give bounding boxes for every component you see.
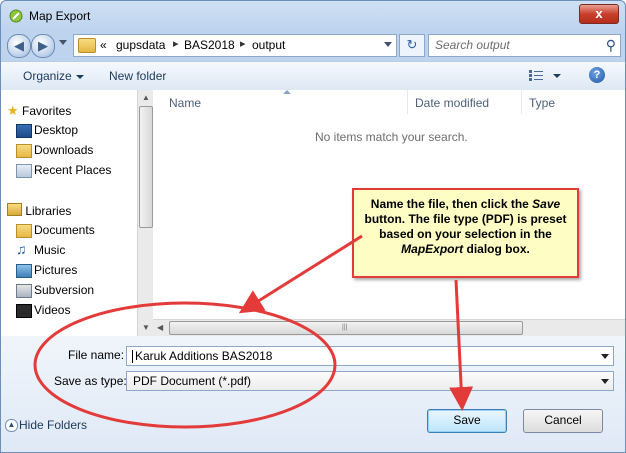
instruction-callout: Name the file, then click the Save butto… xyxy=(352,188,579,278)
nav-item-label: Recent Places xyxy=(34,163,112,177)
scrollbar-thumb[interactable]: ||| xyxy=(169,321,523,335)
savetype-label: Save as type: xyxy=(54,374,127,388)
back-arrow-icon: ◀ xyxy=(14,38,24,53)
breadcrumb-output[interactable]: output xyxy=(252,38,285,52)
nav-item-recent-places[interactable]: Recent Places xyxy=(16,163,112,178)
column-divider[interactable] xyxy=(407,90,408,114)
qgis-app-icon xyxy=(9,9,23,23)
column-header-name[interactable]: Name xyxy=(169,96,201,110)
breadcrumb-separator-icon[interactable]: ▸ xyxy=(240,37,246,50)
search-icon[interactable]: ⚲ xyxy=(606,37,616,54)
breadcrumb-separator-icon[interactable]: ▸ xyxy=(173,37,179,50)
subversion-icon xyxy=(16,284,32,298)
view-options-icon[interactable] xyxy=(529,70,543,81)
desktop-icon xyxy=(16,124,32,138)
nav-item-label: Desktop xyxy=(34,123,79,137)
column-divider[interactable] xyxy=(521,90,522,114)
nav-item-label: Documents xyxy=(34,223,95,237)
text-cursor xyxy=(132,350,133,363)
documents-icon xyxy=(16,224,32,238)
callout-text: dialog box. xyxy=(463,242,530,256)
new-folder-button[interactable]: New folder xyxy=(109,69,166,83)
organize-label: Organize xyxy=(23,69,72,83)
empty-message: No items match your search. xyxy=(315,130,468,144)
organize-button[interactable]: Organize xyxy=(23,69,84,83)
nav-item-downloads[interactable]: Downloads xyxy=(16,143,94,158)
view-dropdown[interactable] xyxy=(553,74,561,78)
hide-folders-label: Hide Folders xyxy=(19,418,88,432)
title-bar: Map Export x xyxy=(1,1,625,31)
downloads-folder-icon xyxy=(16,144,32,158)
folder-icon xyxy=(78,38,96,53)
nav-item-documents[interactable]: Documents xyxy=(16,223,95,238)
callout-text: button. The file type (PDF) is preset ba… xyxy=(364,212,567,241)
breadcrumb-overflow[interactable]: « xyxy=(100,38,107,52)
libraries-icon xyxy=(7,203,22,216)
savetype-value: PDF Document (*.pdf) xyxy=(133,374,252,388)
nav-item-subversion[interactable]: Subversion xyxy=(16,283,95,298)
nav-item-label: Videos xyxy=(34,303,71,317)
back-button[interactable]: ◀ xyxy=(7,34,31,58)
callout-text: Name the file, then click the xyxy=(370,197,533,211)
breadcrumb-bas2018[interactable]: BAS2018 xyxy=(184,38,235,52)
filename-label: File name: xyxy=(68,348,125,362)
filename-value: Karuk Additions BAS2018 xyxy=(135,349,273,363)
chevron-up-icon: ▲ xyxy=(5,419,18,432)
save-button[interactable]: Save xyxy=(427,409,507,433)
scroll-up-icon[interactable]: ▲ xyxy=(142,93,150,102)
nav-libraries[interactable]: Libraries xyxy=(7,203,71,218)
callout-mapexport-word: MapExport xyxy=(401,242,464,256)
close-button[interactable]: x xyxy=(579,4,619,24)
column-header-date-modified[interactable]: Date modified xyxy=(415,96,489,110)
callout-save-word: Save xyxy=(532,197,561,211)
filename-dropdown-icon[interactable] xyxy=(601,354,609,359)
refresh-icon: ↻ xyxy=(406,37,418,52)
videos-icon xyxy=(16,304,32,318)
scrollbar-thumb[interactable] xyxy=(139,106,153,228)
address-dropdown[interactable] xyxy=(384,42,392,47)
breadcrumb-gupsdata[interactable]: gupsdata xyxy=(116,38,165,52)
scroll-left-icon[interactable]: ◀ xyxy=(157,323,163,332)
navigation-pane: ★ Favorites Desktop Downloads Recent Pla… xyxy=(1,90,136,336)
hide-folders-button[interactable]: ▲ Hide Folders xyxy=(5,418,88,432)
nav-libraries-label: Libraries xyxy=(25,204,72,218)
sort-ascending-icon xyxy=(283,90,291,94)
nav-favorites[interactable]: ★ Favorites xyxy=(7,103,71,119)
filename-field[interactable]: Karuk Additions BAS2018 xyxy=(126,346,614,366)
nav-item-label: Subversion xyxy=(34,283,95,297)
chevron-down-icon[interactable] xyxy=(601,379,609,384)
window-title: Map Export xyxy=(29,9,91,23)
nav-item-music[interactable]: ♫ Music xyxy=(16,241,66,257)
nav-item-videos[interactable]: Videos xyxy=(16,303,71,318)
nav-item-label: Downloads xyxy=(34,143,94,157)
column-header-type[interactable]: Type xyxy=(529,96,555,110)
forward-arrow-icon: ▶ xyxy=(38,38,48,53)
chevron-down-icon xyxy=(75,74,84,79)
savetype-select[interactable]: PDF Document (*.pdf) xyxy=(126,371,614,391)
nav-pane-scrollbar[interactable]: ▲ ▼ xyxy=(137,90,153,336)
pictures-icon xyxy=(16,264,32,278)
command-toolbar: Organize New folder ? xyxy=(1,61,625,91)
nav-favorites-label: Favorites xyxy=(22,104,72,118)
search-box[interactable]: Search output ⚲ xyxy=(428,34,621,57)
file-list-horizontal-scrollbar[interactable]: ◀ ||| xyxy=(153,319,625,336)
scroll-down-icon[interactable]: ▼ xyxy=(142,323,150,332)
grip-icon: ||| xyxy=(342,324,348,331)
nav-item-desktop[interactable]: Desktop xyxy=(16,123,79,138)
nav-item-label: Music xyxy=(34,243,66,257)
save-form: File name: Karuk Additions BAS2018 Save … xyxy=(1,336,625,452)
forward-button[interactable]: ▶ xyxy=(31,34,55,58)
music-icon: ♫ xyxy=(16,241,27,257)
help-icon[interactable]: ? xyxy=(589,67,605,83)
cancel-button[interactable]: Cancel xyxy=(523,409,603,433)
search-input[interactable]: Search output xyxy=(435,38,510,52)
nav-item-label: Pictures xyxy=(34,263,78,277)
star-icon: ★ xyxy=(7,103,19,118)
address-box[interactable]: « gupsdata ▸ BAS2018 ▸ output xyxy=(73,34,397,57)
recent-places-icon xyxy=(16,164,32,178)
recent-locations-dropdown[interactable] xyxy=(59,40,67,45)
nav-item-pictures[interactable]: Pictures xyxy=(16,263,78,278)
refresh-button[interactable]: ↻ xyxy=(399,34,425,57)
address-bar: ◀ ▶ « gupsdata ▸ BAS2018 ▸ output ↻ Sear… xyxy=(7,32,621,58)
